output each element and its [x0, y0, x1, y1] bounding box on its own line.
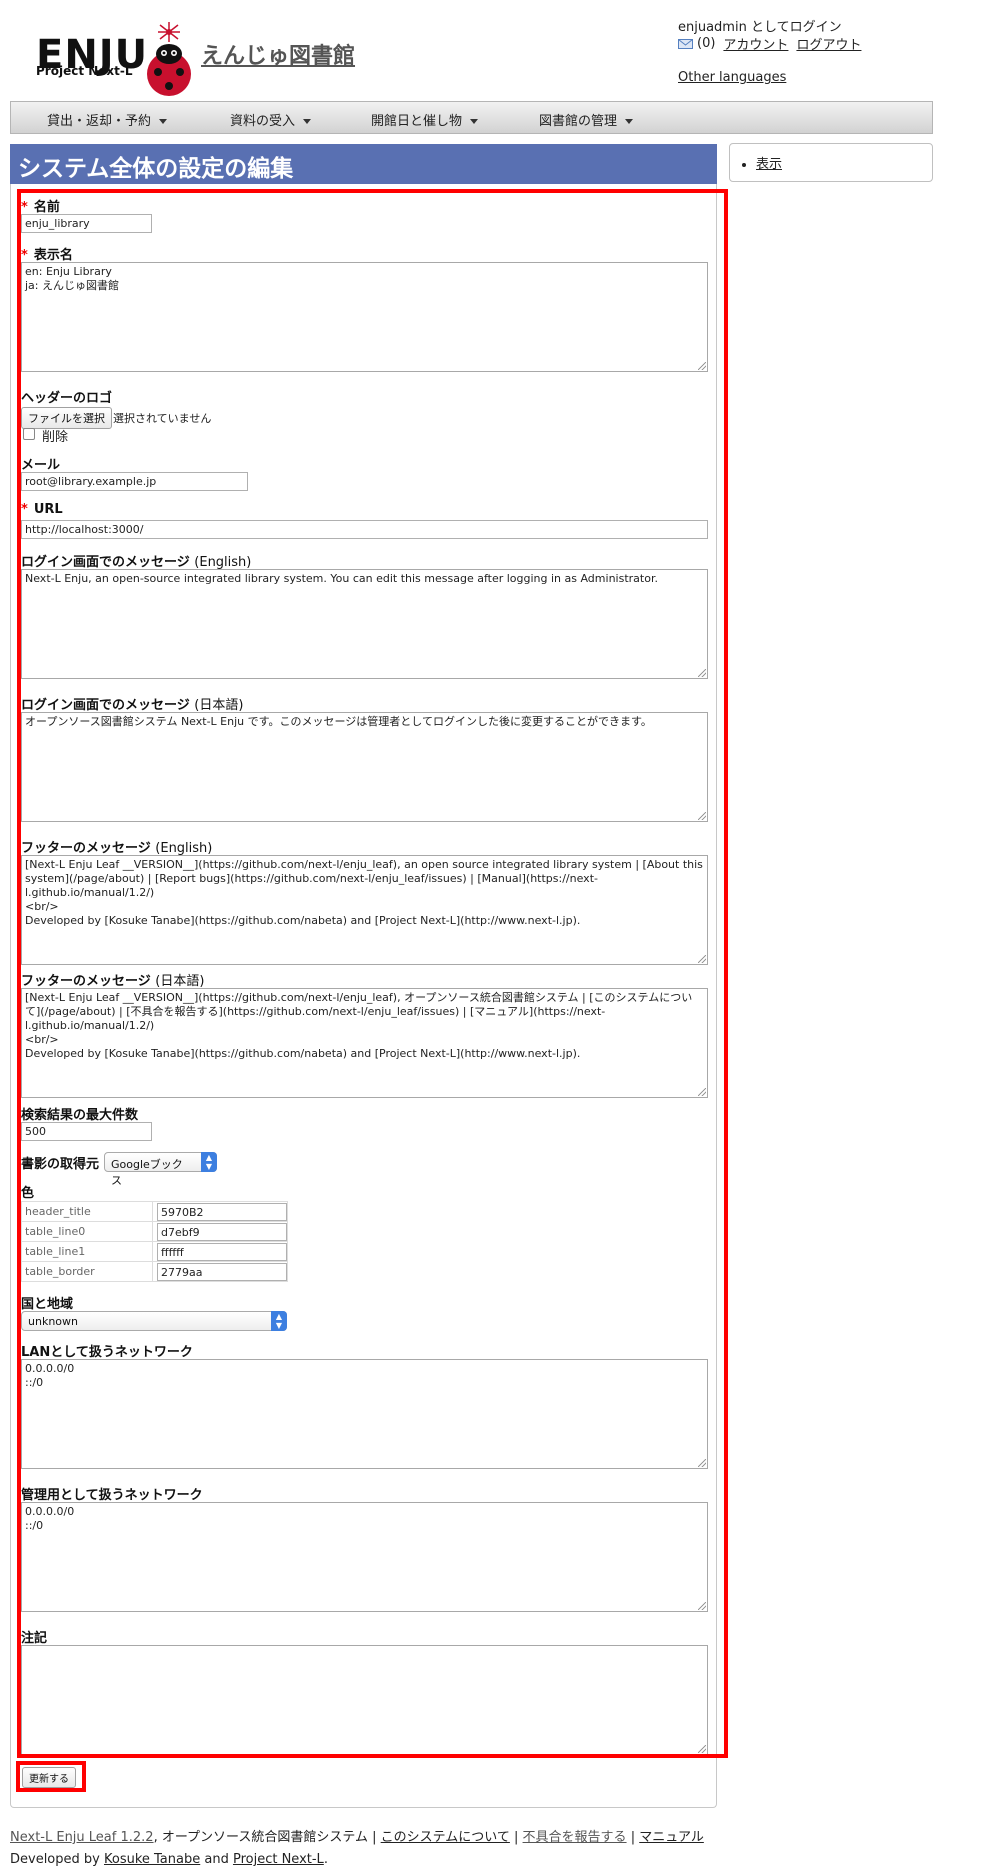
caret-down-icon	[159, 119, 168, 124]
caret-down-icon	[470, 119, 479, 124]
message-count: (0)	[697, 36, 716, 51]
page-title: システム全体の設定の編集	[10, 144, 717, 184]
report-bugs-link[interactable]: 不具合を報告する	[523, 1830, 627, 1845]
highlight-box-form	[17, 189, 728, 1758]
caret-down-icon	[625, 119, 634, 124]
login-status: enjuadmin としてログイン	[678, 20, 842, 35]
nav-item-acquisition[interactable]: 資料の受入	[230, 110, 312, 129]
account-link[interactable]: アカウント	[723, 34, 788, 53]
about-link[interactable]: このシステムについて	[381, 1830, 510, 1845]
bullet-icon	[742, 162, 746, 167]
product-link[interactable]: Next-L Enju Leaf 1.2.2	[10, 1830, 154, 1845]
other-languages-link[interactable]: Other languages	[678, 70, 786, 85]
caret-down-icon	[303, 119, 312, 124]
highlight-box-button	[16, 1761, 86, 1792]
logo-subtext: Project Next-L	[36, 64, 133, 78]
show-link[interactable]: 表示	[756, 157, 782, 172]
account-bar: (0) アカウント ログアウト	[678, 34, 861, 53]
footer-line-2: Developed by Kosuke Tanabe and Project N…	[10, 1852, 328, 1867]
site-name-link[interactable]: えんじゅ図書館	[201, 38, 355, 70]
nav-item-library-admin[interactable]: 図書館の管理	[539, 110, 634, 129]
nav-item-events[interactable]: 開館日と催し物	[371, 110, 479, 129]
mail-icon[interactable]	[678, 38, 693, 49]
sidebar: 表示	[729, 143, 933, 182]
footer-line-1: Next-L Enju Leaf 1.2.2, オープンソース統合図書館システム…	[10, 1830, 704, 1845]
main-navbar: 貸出・返却・予約 資料の受入 開館日と催し物 図書館の管理	[10, 101, 933, 134]
logout-link[interactable]: ログアウト	[796, 34, 861, 53]
author-link[interactable]: Kosuke Tanabe	[104, 1852, 200, 1867]
ladybug-logo-icon	[147, 22, 191, 96]
project-link[interactable]: Project Next-L	[233, 1852, 324, 1867]
manual-link[interactable]: マニュアル	[639, 1830, 704, 1845]
nav-item-circulation[interactable]: 貸出・返却・予約	[47, 110, 168, 129]
